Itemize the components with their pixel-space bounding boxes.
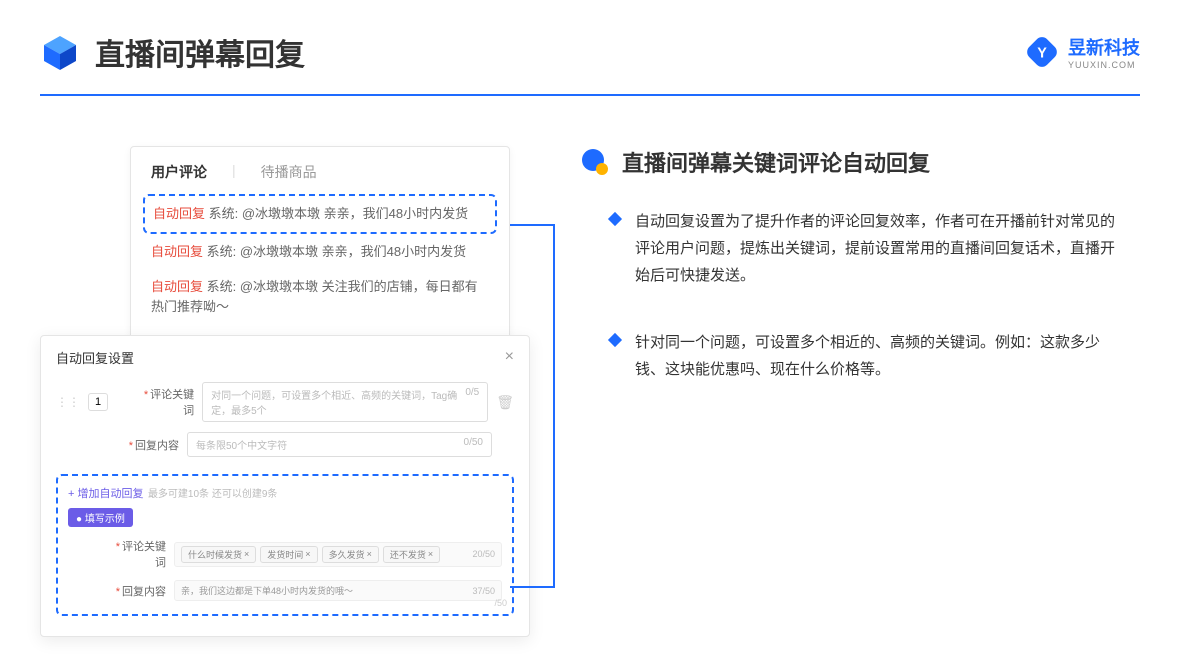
connector-line [510,224,555,584]
brand-name: 昱新科技 [1068,34,1140,60]
tab-divider: | [232,162,236,182]
comment-text: 系统: @冰墩墩本墩 亲亲，我们48小时内发货 [205,206,468,221]
bullet-item: 自动回复设置为了提升作者的评论回复效率，作者可在开播前针对常见的评论用户问题，提… [580,208,1120,289]
page-header: 直播间弹幕回复 Y 昱新科技 YUUXIN.COM [0,0,1180,94]
content-label: *回复内容 [106,583,166,599]
diamond-icon [608,333,622,347]
example-content-row: *回复内容 亲，我们这边都是下单48小时内发货的哦～ 37/50 [68,575,502,606]
content-input[interactable]: 每条限50个中文字符 0/50 [187,432,492,457]
char-count: 0/5 [465,387,479,417]
brand-logo: Y 昱新科技 YUUXIN.COM [1024,34,1140,70]
settings-card: 自动回复设置 × ⋮⋮ 1 *评论关键词 对同一个问题，可设置多个相近、高频的关… [40,335,530,637]
page-title: 直播间弹幕回复 [95,30,1024,74]
example-badge: ● 填写示例 [68,508,133,527]
example-keyword-row: *评论关键词 什么时候发货× 发货时间× 多久发货× 还不发货× 20/50 [68,533,502,575]
comment-row: 自动回复 系统: @冰墩墩本墩 亲亲，我们48小时内发货 [131,234,509,270]
svg-text:Y: Y [1037,45,1047,61]
content-label: *回复内容 [119,437,179,453]
keyword-tag: 多久发货× [322,546,379,563]
tab-comments[interactable]: 用户评论 [151,162,207,182]
highlighted-comment: 自动回复 系统: @冰墩墩本墩 亲亲，我们48小时内发货 [143,194,497,234]
keyword-input[interactable]: 对同一个问题，可设置多个相近、高频的关键词，Tag确定，最多5个 0/5 [202,382,488,422]
example-box: + 增加自动回复 最多可建10条 还可以创建9条 ● 填写示例 *评论关键词 什… [56,474,514,616]
settings-title: 自动回复设置 [56,348,134,367]
screenshot-stack: 用户评论 | 待播商品 自动回复 系统: @冰墩墩本墩 亲亲，我们48小时内发货… [40,146,540,637]
tab-products[interactable]: 待播商品 [261,162,317,182]
keyword-label: *评论关键词 [106,538,166,570]
explanation-column: 直播间弹幕关键词评论自动回复 自动回复设置为了提升作者的评论回复效率，作者可在开… [580,146,1120,637]
auto-reply-badge: 自动回复 [151,279,203,294]
add-hint: 最多可建10条 还可以创建9条 [148,489,277,500]
auto-reply-badge: 自动回复 [153,206,205,221]
comments-card: 用户评论 | 待播商品 自动回复 系统: @冰墩墩本墩 亲亲，我们48小时内发货… [130,146,510,345]
keyword-label: *评论关键词 [134,386,194,418]
keyword-row: ⋮⋮ 1 *评论关键词 对同一个问题，可设置多个相近、高频的关键词，Tag确定，… [56,377,514,427]
char-count: 0/50 [464,437,483,452]
brand-sub: YUUXIN.COM [1068,60,1140,70]
ghost-count: /50 [494,598,507,608]
comment-text: 系统: @冰墩墩本墩 亲亲，我们48小时内发货 [203,244,466,259]
comment-row: 自动回复 系统: @冰墩墩本墩 关注我们的店铺，每日都有热门推荐呦～ [131,269,509,324]
rule-index: 1 [88,393,108,411]
content-row: *回复内容 每条限50个中文字符 0/50 [56,427,514,462]
char-count: 37/50 [472,586,495,596]
keyword-tag: 发货时间× [260,546,317,563]
bullet-text: 自动回复设置为了提升作者的评论回复效率，作者可在开播前针对常见的评论用户问题，提… [635,208,1120,289]
cube-icon [40,32,80,72]
chat-bubble-icon [580,147,610,177]
section-subtitle: 直播间弹幕关键词评论自动回复 [622,146,930,178]
diamond-icon [608,212,622,226]
bullet-text: 针对同一个问题，可设置多个相近的、高频的关键词。例如：这款多少钱、这块能优惠吗、… [635,329,1120,383]
keyword-tag: 还不发货× [383,546,440,563]
brand-mark-icon: Y [1024,34,1060,70]
drag-handle-icon[interactable]: ⋮⋮ [56,395,80,409]
char-count: 20/50 [472,549,495,559]
example-keyword-input[interactable]: 什么时候发货× 发货时间× 多久发货× 还不发货× 20/50 [174,542,502,567]
keyword-tag: 什么时候发货× [181,546,256,563]
bullet-item: 针对同一个问题，可设置多个相近的、高频的关键词。例如：这款多少钱、这块能优惠吗、… [580,329,1120,383]
add-rule-link[interactable]: + 增加自动回复 [68,488,143,500]
example-content-input[interactable]: 亲，我们这边都是下单48小时内发货的哦～ 37/50 [174,580,502,601]
auto-reply-badge: 自动回复 [151,244,203,259]
